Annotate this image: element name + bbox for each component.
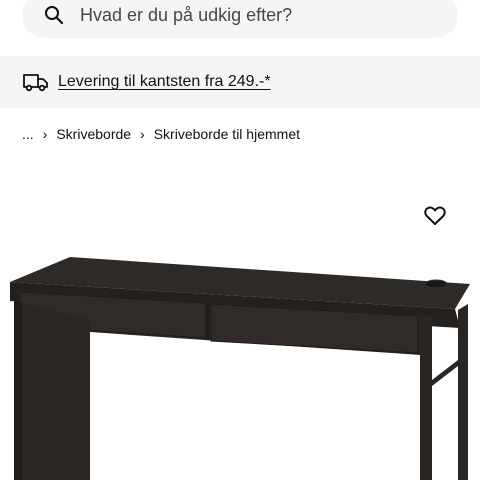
heart-icon xyxy=(424,206,446,225)
delivery-banner: Levering til kantsten fra 249.-* xyxy=(0,56,480,108)
favourite-button[interactable] xyxy=(422,204,448,228)
search-icon xyxy=(44,5,64,25)
chevron-right-icon: › xyxy=(140,126,145,142)
search-bar[interactable] xyxy=(22,0,458,38)
breadcrumb-item-skriveborde-til-hjemmet[interactable]: Skriveborde til hjemmet xyxy=(154,126,300,142)
breadcrumb: ... › Skriveborde › Skriveborde til hjem… xyxy=(22,124,300,144)
truck-icon xyxy=(22,71,50,93)
search-input[interactable] xyxy=(80,4,440,26)
desk-image xyxy=(10,257,470,480)
delivery-link[interactable]: Levering til kantsten fra 249.-* xyxy=(58,73,271,91)
chevron-right-icon: › xyxy=(42,126,48,142)
breadcrumb-ellipsis[interactable]: ... xyxy=(22,126,34,142)
product-image[interactable] xyxy=(0,160,480,480)
breadcrumb-item-skriveborde[interactable]: Skriveborde xyxy=(56,126,131,142)
